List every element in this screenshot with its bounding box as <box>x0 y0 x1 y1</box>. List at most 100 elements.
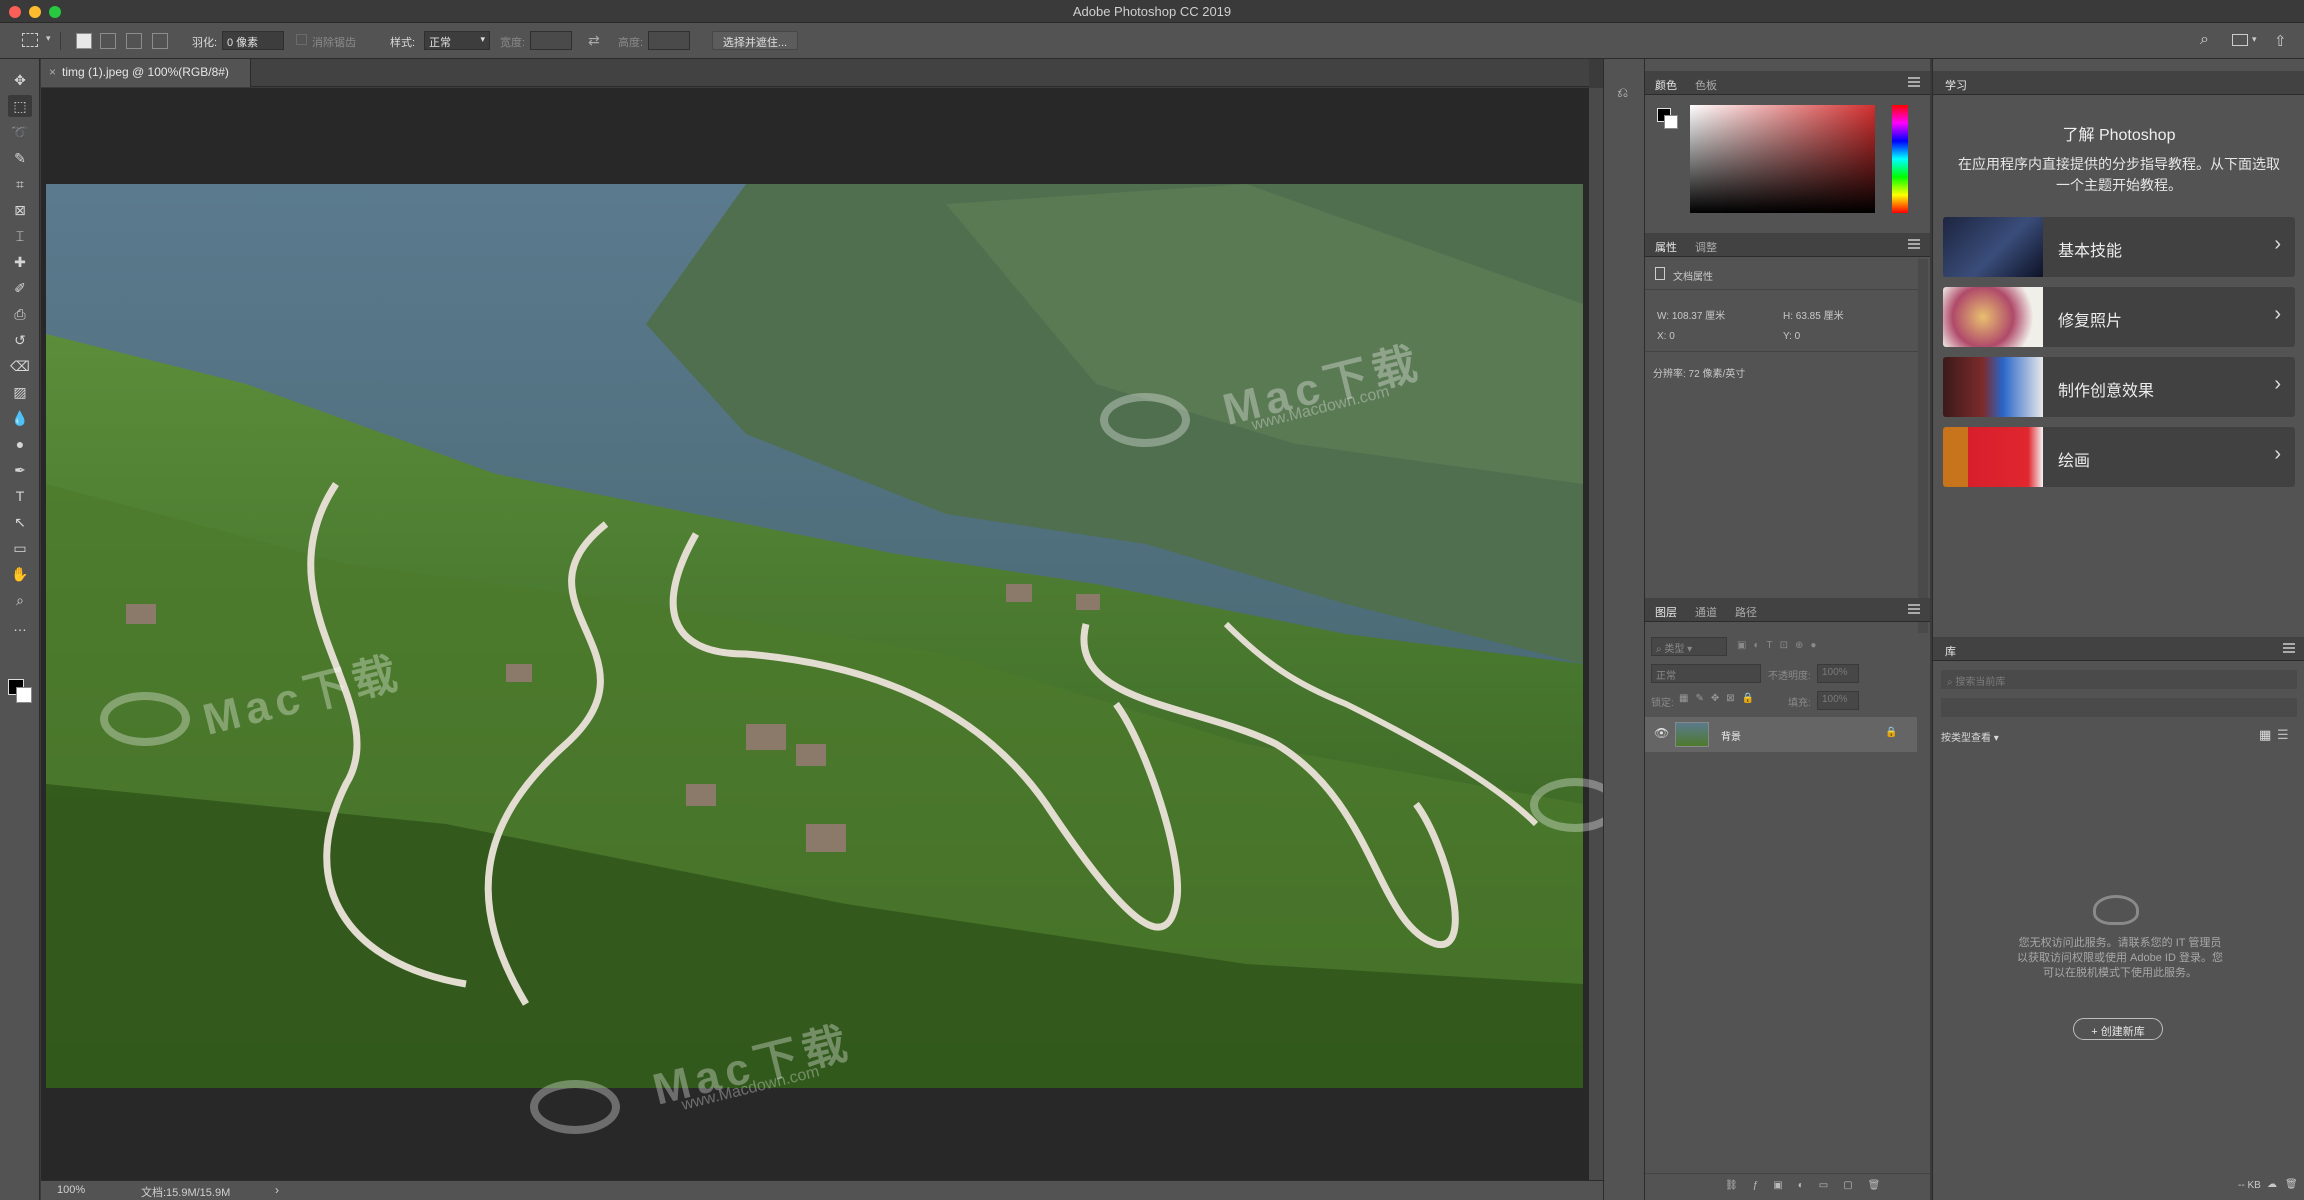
swap-icon[interactable]: ⇄ <box>588 32 600 49</box>
create-library-button[interactable]: + 创建新库 <box>2073 1018 2163 1040</box>
marquee-icon[interactable]: ⬚ <box>8 95 32 117</box>
dodge-icon[interactable]: ● <box>8 433 32 455</box>
zoom-level[interactable]: 100% <box>57 1184 85 1196</box>
panel-menu-icon[interactable] <box>1908 604 1920 614</box>
panel-menu-icon[interactable] <box>2283 643 2295 653</box>
chevron-down-icon[interactable]: ▾ <box>46 33 51 44</box>
document-tab[interactable]: × timg (1).jpeg @ 100%(RGB/8#) <box>41 59 251 87</box>
stamp-icon[interactable]: ⎙ <box>8 303 32 325</box>
close-tab-icon[interactable]: × <box>49 65 56 79</box>
library-search-input[interactable]: ⌕ 搜索当前库 <box>1941 670 2297 689</box>
lock-icons[interactable]: ▦✎✥⊠🔒 <box>1679 693 1761 704</box>
width-input[interactable] <box>530 31 572 50</box>
fill-input[interactable]: 100% <box>1817 691 1859 710</box>
eraser-icon[interactable]: ⌫ <box>8 355 32 377</box>
healing-icon[interactable]: ✚ <box>8 251 32 273</box>
panel-menu-icon[interactable] <box>1908 77 1920 87</box>
feather-input[interactable]: 0 像素 <box>222 31 284 50</box>
list-view-icon[interactable]: ☰ <box>2277 727 2289 743</box>
blur-icon[interactable]: 💧 <box>8 407 32 429</box>
crop-icon[interactable]: ⌗ <box>8 173 32 195</box>
doc-x[interactable]: X: 0 <box>1657 331 1675 342</box>
antialias-checkbox[interactable] <box>296 34 307 45</box>
tab-paths[interactable]: 路径 <box>1735 604 1757 620</box>
style-select[interactable]: 正常 ▾ <box>424 31 490 50</box>
background-color-swatch[interactable] <box>1664 115 1678 129</box>
history-panel-icon[interactable]: ⎌ <box>1617 84 1628 101</box>
doc-y[interactable]: Y: 0 <box>1783 331 1800 342</box>
tab-properties[interactable]: 属性 <box>1655 239 1677 255</box>
document-tab-title: timg (1).jpeg @ 100%(RGB/8#) <box>62 65 229 79</box>
path-select-icon[interactable]: ↖ <box>8 511 32 533</box>
learn-heading: 了解 Photoshop <box>2062 127 2176 144</box>
tab-channels[interactable]: 通道 <box>1695 604 1717 620</box>
document-tab-bar <box>41 59 1589 87</box>
doc-height[interactable]: H: 63.85 厘米 <box>1783 307 1844 322</box>
tab-color[interactable]: 颜色 <box>1655 77 1677 93</box>
hand-icon[interactable]: ✋ <box>8 563 32 585</box>
learn-topic-repair[interactable]: 修复照片 › <box>1943 287 2295 347</box>
learn-topic-basic[interactable]: 基本技能 › <box>1943 217 2295 277</box>
tab-layers[interactable]: 图层 <box>1655 604 1677 620</box>
brush-icon[interactable]: ✐ <box>8 277 32 299</box>
learn-topic-painting[interactable]: 绘画 › <box>1943 427 2295 487</box>
hue-slider[interactable] <box>1892 105 1908 213</box>
workspace-icon[interactable] <box>2232 34 2248 46</box>
more-icon[interactable]: … <box>8 615 32 637</box>
marquee-preset-icon[interactable] <box>22 33 38 47</box>
background-color-swatch[interactable] <box>16 687 32 703</box>
frame-icon[interactable]: ⊠ <box>8 199 32 221</box>
lasso-icon[interactable]: ➰ <box>8 121 32 143</box>
tab-libraries[interactable]: 库 <box>1945 643 1956 659</box>
width-label: 宽度: <box>500 37 526 49</box>
chevron-right-icon: › <box>2274 303 2281 325</box>
chevron-right-icon: › <box>2274 233 2281 255</box>
divider <box>60 32 61 50</box>
lock-icon: 🔒 <box>1885 727 1898 738</box>
zoom-icon[interactable]: ⌕ <box>8 589 32 611</box>
layer-name[interactable]: 背景 <box>1721 728 1741 743</box>
doc-width[interactable]: W: 108.37 厘米 <box>1657 307 1725 322</box>
tab-swatches[interactable]: 色板 <box>1695 77 1717 93</box>
select-and-mask-button[interactable]: 选择并遮住... <box>712 31 798 50</box>
topic-thumbnail <box>1943 427 2043 487</box>
layer-action-icons[interactable]: ⛓ƒ▣◐▭▢🗑 <box>1725 1180 1895 1191</box>
tab-learn[interactable]: 学习 <box>1945 77 1967 93</box>
eyedropper-icon[interactable]: ⌶ <box>8 225 32 247</box>
chevron-right-icon[interactable]: › <box>275 1183 279 1197</box>
chevron-down-icon[interactable]: ▾ <box>2252 34 2257 45</box>
grid-view-icon[interactable]: ▦ <box>2259 727 2271 743</box>
visibility-eye-icon[interactable]: 👁 <box>1654 726 1669 740</box>
properties-scrollbar[interactable] <box>1918 259 1928 633</box>
opacity-input[interactable]: 100% <box>1817 664 1859 683</box>
subtract-selection-icon[interactable] <box>126 33 142 49</box>
share-icon[interactable]: ⇧ <box>2274 32 2287 50</box>
cloud-sync-icon[interactable]: ☁ <box>2267 1179 2277 1190</box>
rectangle-icon[interactable]: ▭ <box>8 537 32 559</box>
layer-filter-select[interactable]: ⌕ 类型 ▾ <box>1651 637 1727 656</box>
blend-mode-select[interactable]: 正常 <box>1651 664 1761 683</box>
learn-topic-creative[interactable]: 制作创意效果 › <box>1943 357 2295 417</box>
type-icon[interactable]: T <box>8 485 32 507</box>
document-image[interactable] <box>46 184 1583 1088</box>
new-selection-icon[interactable] <box>76 33 92 49</box>
height-input[interactable] <box>648 31 690 50</box>
options-bar: ▾ 羽化: 0 像素 消除锯齿 样式: 正常 ▾ 宽度: ⇄ 高度: 选择并遮住.… <box>0 23 2304 59</box>
quick-select-icon[interactable]: ✎ <box>8 147 32 169</box>
vertical-scrollbar[interactable] <box>1589 88 1603 1180</box>
add-selection-icon[interactable] <box>100 33 116 49</box>
color-picker-field[interactable] <box>1690 105 1875 213</box>
layer-filter-icons[interactable]: ▣◐T⊡⊕● <box>1737 640 1823 651</box>
tab-adjustments[interactable]: 调整 <box>1695 239 1717 255</box>
library-select[interactable] <box>1941 698 2297 717</box>
history-brush-icon[interactable]: ↺ <box>8 329 32 351</box>
trash-icon[interactable]: 🗑 <box>2285 1179 2298 1190</box>
layer-row[interactable]: 👁 背景 🔒 <box>1645 717 1917 752</box>
panel-menu-icon[interactable] <box>1908 239 1920 249</box>
view-by-select[interactable]: 按类型查看 ▾ <box>1941 729 1999 744</box>
move-icon[interactable]: ✥ <box>8 69 32 91</box>
intersect-selection-icon[interactable] <box>152 33 168 49</box>
search-icon[interactable]: ⌕ <box>2200 31 2209 49</box>
gradient-icon[interactable]: ▨ <box>8 381 32 403</box>
pen-icon[interactable]: ✒ <box>8 459 32 481</box>
